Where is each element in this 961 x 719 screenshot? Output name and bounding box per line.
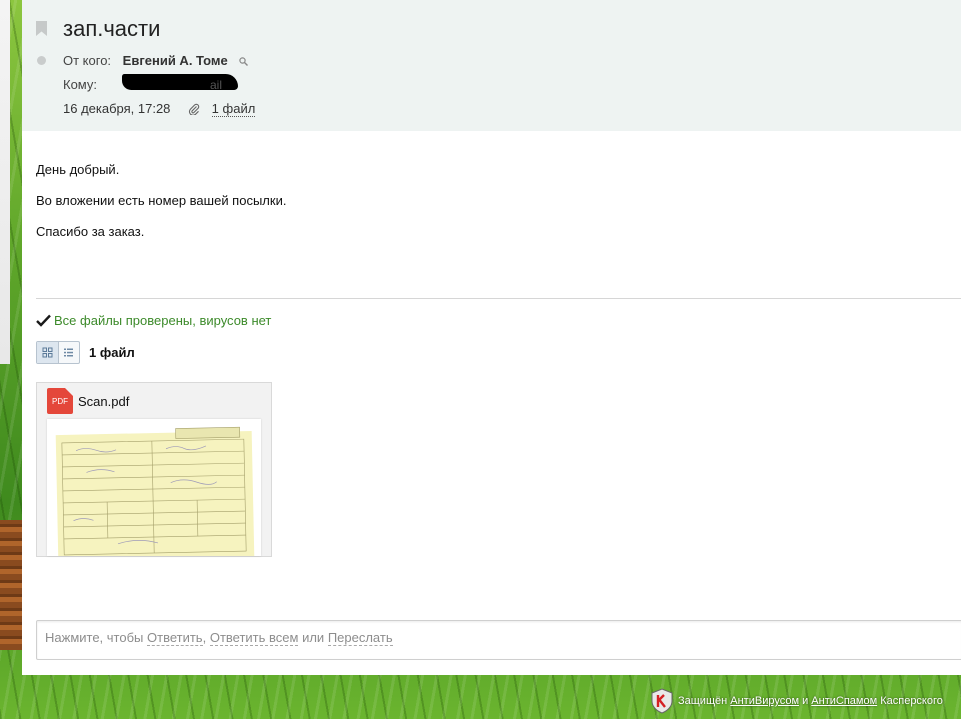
to-label: Кому:: [63, 77, 97, 92]
recipient-fragment: ail: [210, 78, 223, 92]
message-subject: зап.части: [63, 16, 161, 41]
list-view-icon[interactable]: [59, 342, 80, 363]
attachment-view-toggle: [36, 341, 80, 364]
body-paragraph: Во вложении есть номер вашей посылки.: [36, 193, 287, 208]
quick-reply-prompt: Нажмите, чтобы Ответить, Ответить всем и…: [45, 630, 393, 646]
attachment-preview[interactable]: [47, 419, 261, 556]
body-paragraph: День добрый.: [36, 162, 120, 177]
from-row: От кого: Евгений А. Томе: [63, 53, 249, 69]
read-status-dot[interactable]: [37, 56, 46, 65]
kaspersky-protection-banner: Защищён АнтиВирусом и АнтиСпамом Касперс…: [650, 688, 943, 714]
attachments-divider: [36, 298, 961, 299]
attachment-card[interactable]: PDF Scan.pdf: [36, 382, 272, 557]
virus-check-status: Все файлы проверены, вирусов нет: [36, 313, 271, 330]
from-label: От кого:: [63, 53, 112, 68]
kaspersky-brand: Касперского: [880, 695, 943, 707]
pdf-icon-fold: [65, 388, 73, 396]
and-label: и: [802, 695, 809, 707]
date-row: 16 декабря, 17:28 1 файл: [63, 101, 256, 118]
message-header: зап.части От кого: Евгений А. Томе Кому:…: [22, 0, 961, 131]
attachment-filename[interactable]: Scan.pdf: [78, 394, 129, 409]
antispam-link[interactable]: АнтиСпамом: [811, 695, 877, 707]
bookmark-icon[interactable]: [36, 21, 47, 36]
background-wood: [0, 520, 22, 650]
paperclip-icon: [188, 103, 200, 118]
protected-label: Защищён: [678, 695, 728, 707]
attachments-count: 1 файл: [89, 345, 135, 360]
message-date: 16 декабря, 17:28: [63, 101, 171, 116]
left-panel-edge: [0, 0, 10, 364]
reply-link[interactable]: Ответить: [147, 630, 203, 646]
message-view: зап.части От кого: Евгений А. Томе Кому:…: [22, 0, 961, 675]
attachments-link[interactable]: 1 файл: [211, 102, 256, 117]
sender-name[interactable]: Евгений А. Томе: [123, 53, 228, 68]
search-icon[interactable]: [239, 54, 249, 69]
reply-all-link[interactable]: Ответить всем: [209, 630, 299, 646]
check-icon: [36, 314, 51, 330]
kaspersky-shield-icon: [651, 688, 673, 714]
reply-prefix: Нажмите, чтобы: [45, 630, 144, 645]
reply-or: или: [302, 630, 325, 645]
body-paragraph: Спасибо за заказ.: [36, 224, 145, 239]
forward-link[interactable]: Переслать: [327, 630, 393, 646]
quick-reply-box[interactable]: Нажмите, чтобы Ответить, Ответить всем и…: [36, 620, 961, 660]
to-row: Кому:: [63, 77, 97, 92]
antivirus-link[interactable]: АнтиВирусом: [730, 695, 799, 707]
virus-status-text: Все файлы проверены, вирусов нет: [54, 313, 272, 328]
reply-separator: ,: [202, 630, 207, 645]
grid-view-icon[interactable]: [37, 342, 59, 363]
